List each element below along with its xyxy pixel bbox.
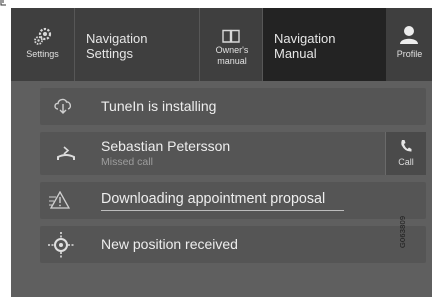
center-display: Settings Navigation Settings Owner's man… — [11, 8, 432, 297]
missed-call-icon — [56, 146, 76, 167]
tab-navigation-settings-label: Navigation Settings — [86, 31, 148, 61]
notification-appointment-title: Downloading appointment proposal — [101, 191, 326, 207]
notification-area: TuneIn is installing Sebastian Petersson… — [11, 81, 432, 297]
notification-tunein[interactable]: TuneIn is installing — [40, 88, 426, 125]
call-button-label: Call — [398, 157, 414, 167]
tab-navigation-manual[interactable]: Navigation Manual — [263, 8, 386, 81]
tab-owners-manual-label: Owner's manual — [215, 45, 249, 66]
notification-missed-call-title: Sebastian Petersson — [101, 138, 231, 154]
phone-icon — [400, 139, 412, 158]
tab-owners-manual[interactable]: Owner's manual — [200, 8, 262, 81]
tab-profile[interactable]: Profile — [387, 8, 432, 81]
notification-appointment-underline — [101, 210, 344, 211]
notification-appointment[interactable]: Downloading appointment proposal — [40, 182, 426, 219]
tab-settings[interactable]: Settings — [11, 8, 74, 81]
call-button[interactable]: Call — [385, 132, 426, 175]
person-icon — [399, 25, 419, 50]
tab-navigation-manual-label: Navigation Manual — [274, 31, 336, 61]
notification-tunein-title: TuneIn is installing — [101, 98, 217, 114]
image-id-label: G063809 — [397, 215, 407, 248]
notification-position[interactable]: New position received — [40, 226, 426, 263]
notification-missed-call-subtitle: Missed call — [101, 156, 153, 168]
tab-settings-label: Settings — [26, 49, 59, 59]
tab-profile-label: Profile — [396, 49, 423, 59]
notification-missed-call[interactable]: Sebastian Petersson Missed call Call — [40, 132, 426, 175]
top-bar: Settings Navigation Settings Owner's man… — [11, 8, 432, 81]
gps-position-icon — [47, 231, 75, 264]
corner-mark-icon — [0, 0, 6, 6]
tab-navigation-settings[interactable]: Navigation Settings — [75, 8, 199, 81]
warning-road-icon — [48, 190, 71, 214]
notification-position-title: New position received — [101, 236, 238, 252]
cloud-download-icon — [53, 97, 73, 120]
